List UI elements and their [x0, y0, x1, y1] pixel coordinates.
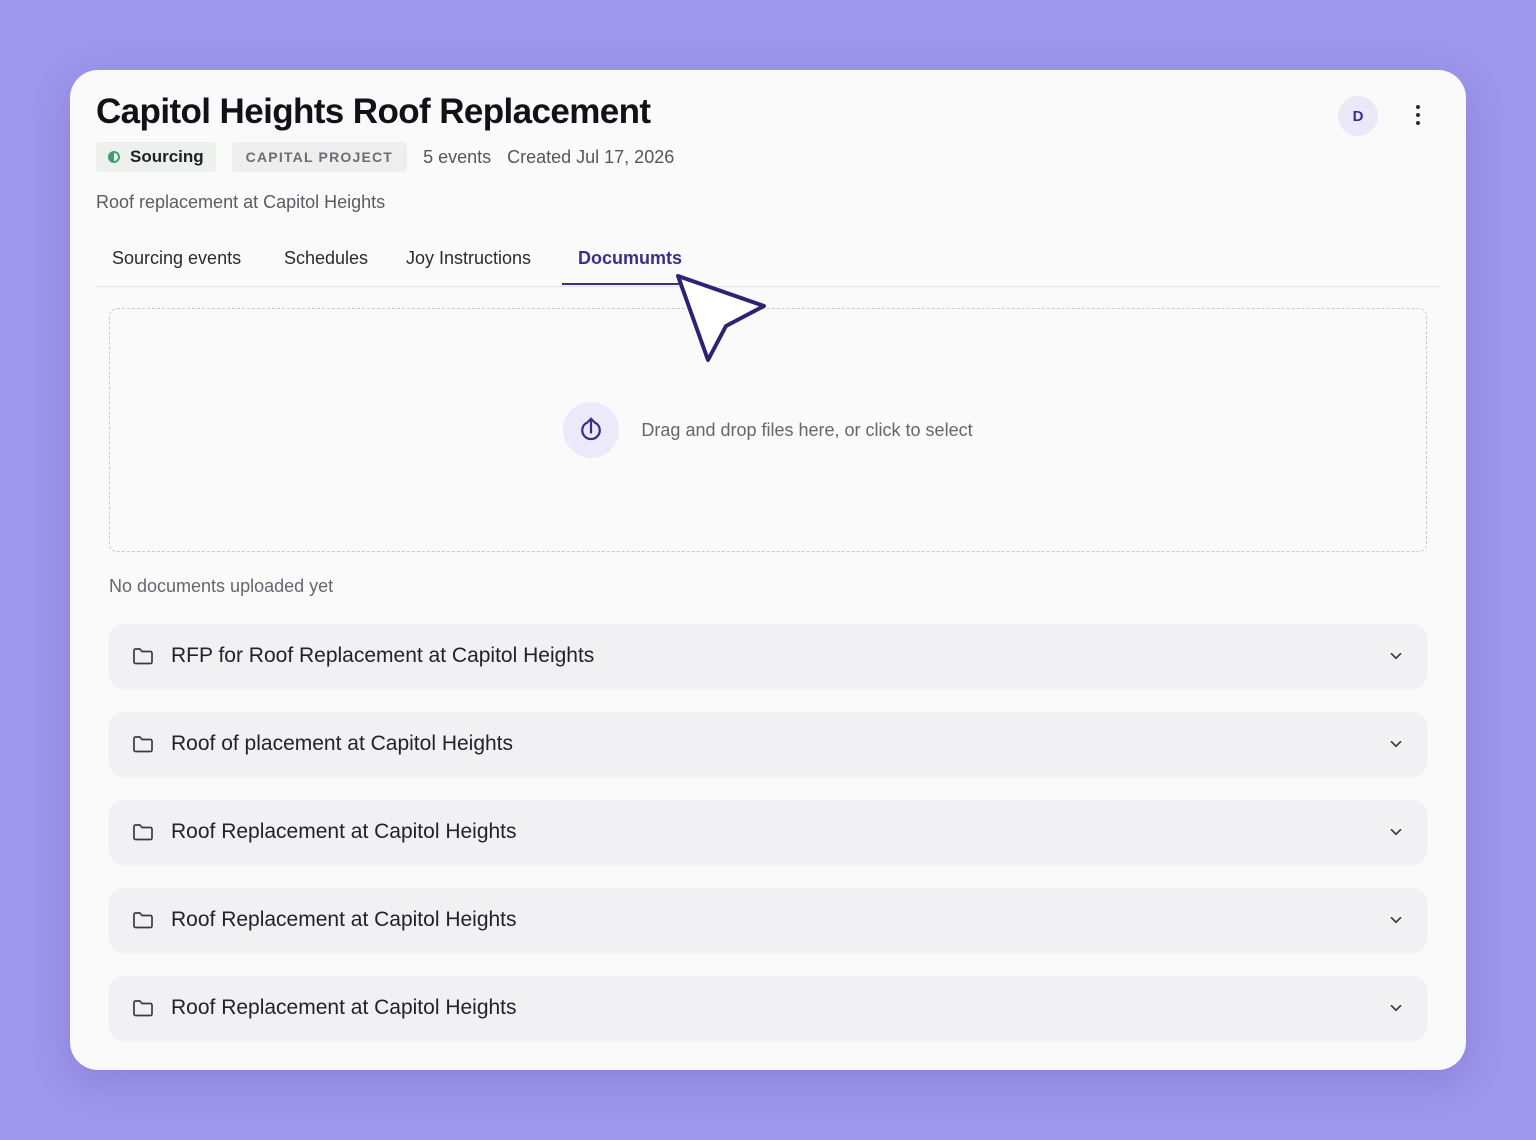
- tab-joy-instructions[interactable]: Joy Instructions: [390, 238, 547, 285]
- tab-bar: Sourcing events Schedules Joy Instructio…: [96, 238, 1440, 287]
- project-card: Capitol Heights Roof Replacement Sourcin…: [70, 70, 1466, 1070]
- project-description: Roof replacement at Capitol Heights: [96, 192, 386, 212]
- chevron-down-icon[interactable]: [1387, 911, 1405, 929]
- folder-icon: [133, 736, 153, 753]
- empty-documents-note: No documents uploaded yet: [109, 576, 334, 596]
- folder-row[interactable]: RFP for Roof Replacement at Capitol Heig…: [109, 624, 1427, 688]
- folder-icon: [133, 1000, 153, 1017]
- events-count: 5 events: [423, 146, 492, 167]
- folder-row[interactable]: Roof Replacement at Capitol Heights: [109, 976, 1427, 1040]
- kebab-dot: [1416, 105, 1420, 109]
- project-meta: Sourcing CAPITAL PROJECT 5 events Create…: [96, 142, 674, 172]
- chevron-down-icon[interactable]: [1387, 823, 1405, 841]
- upload-icon: [563, 402, 620, 458]
- folder-row[interactable]: Roof of placement at Capitol Heights: [109, 712, 1427, 776]
- folder-row[interactable]: Roof Replacement at Capitol Heights: [109, 888, 1427, 952]
- avatar[interactable]: D: [1338, 96, 1378, 136]
- folder-row[interactable]: Roof Replacement at Capitol Heights: [109, 800, 1427, 864]
- page-title: Capitol Heights Roof Replacement: [96, 92, 651, 131]
- status-label: Sourcing: [130, 147, 204, 166]
- folder-label: Roof Replacement at Capitol Heights: [171, 820, 517, 843]
- kebab-dot: [1416, 113, 1420, 117]
- chevron-down-icon[interactable]: [1387, 735, 1405, 753]
- project-type-badge: CAPITAL PROJECT: [231, 142, 408, 172]
- folder-label: Roof Replacement at Capitol Heights: [171, 996, 517, 1019]
- status-badge[interactable]: Sourcing: [96, 142, 216, 172]
- kebab-dot: [1416, 121, 1420, 125]
- file-dropzone[interactable]: Drag and drop files here, or click to se…: [109, 308, 1427, 552]
- tab-sourcing-events[interactable]: Sourcing events: [96, 238, 257, 285]
- folder-list: RFP for Roof Replacement at Capitol Heig…: [109, 624, 1427, 1064]
- chevron-down-icon[interactable]: [1387, 999, 1405, 1017]
- chevron-down-icon[interactable]: [1387, 647, 1405, 665]
- created-date: Created Jul 17, 2026: [507, 146, 675, 167]
- folder-icon: [133, 912, 153, 929]
- folder-label: RFP for Roof Replacement at Capitol Heig…: [171, 644, 595, 667]
- folder-icon: [133, 648, 153, 665]
- dropzone-text: Drag and drop files here, or click to se…: [641, 419, 973, 440]
- folder-label: Roof Replacement at Capitol Heights: [171, 908, 517, 931]
- tab-schedules[interactable]: Schedules: [268, 238, 384, 285]
- more-options-icon[interactable]: [1406, 100, 1430, 130]
- tab-documents[interactable]: Documumts: [562, 238, 699, 285]
- status-half-circle-icon: [108, 151, 120, 163]
- folder-label: Roof of placement at Capitol Heights: [171, 732, 514, 755]
- folder-icon: [133, 824, 153, 841]
